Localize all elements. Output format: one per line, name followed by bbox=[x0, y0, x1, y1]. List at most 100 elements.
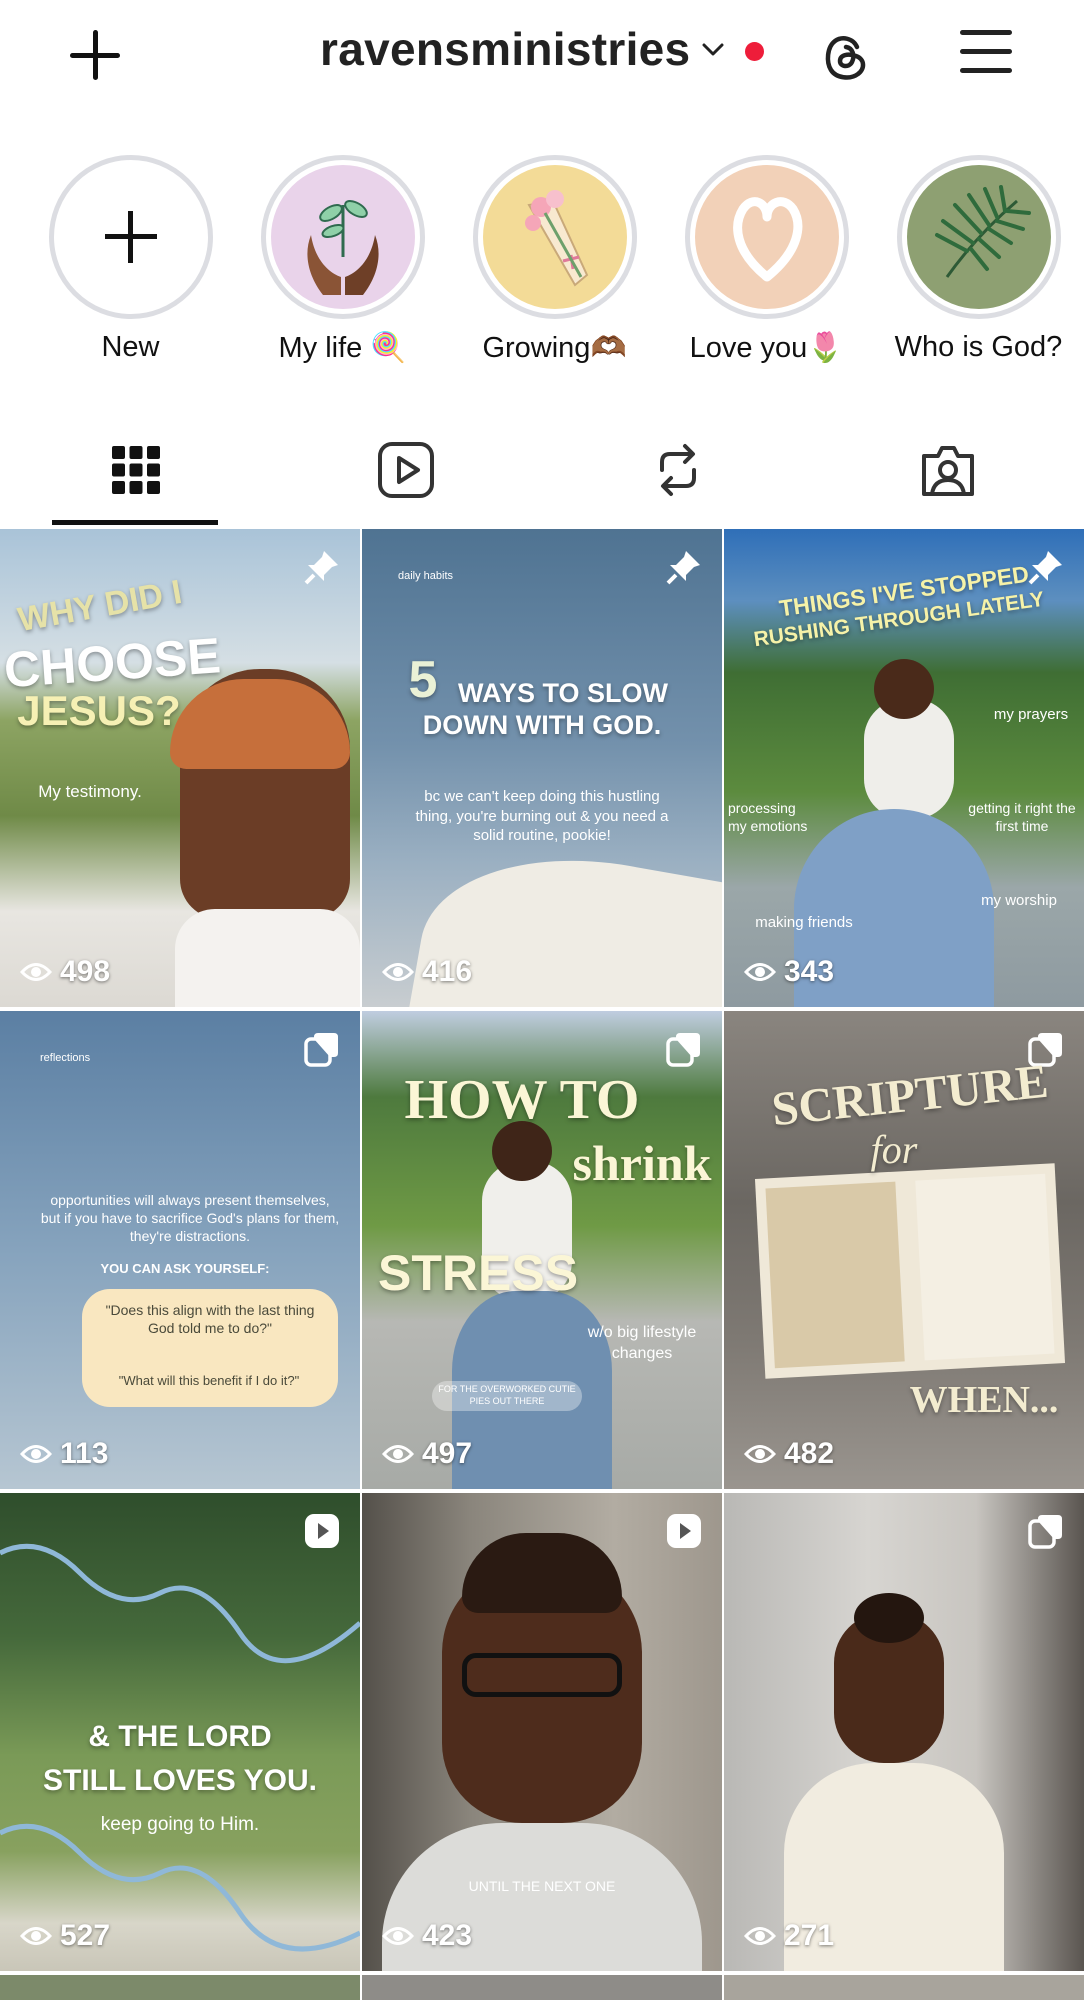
view-count: 113 bbox=[20, 1437, 108, 1471]
post-title: WAYS TO SLOW bbox=[458, 678, 669, 708]
post-tile[interactable]: HOW TO shrink STRESS w/o big lifestyle c… bbox=[362, 1011, 722, 1489]
view-count: 423 bbox=[382, 1919, 472, 1953]
post-title: JESUS? bbox=[17, 687, 181, 734]
highlight-who-is-god[interactable]: Who is God? bbox=[895, 155, 1062, 364]
bible-page-right bbox=[915, 1173, 1055, 1361]
post-question: "Does this align with the last thing God… bbox=[105, 1302, 315, 1337]
post-tile[interactable] bbox=[362, 1975, 722, 2000]
post-header-label: reflections bbox=[40, 1052, 91, 1064]
story-highlights: New My life 🍭 Growing🫶🏾 Love you🌷 Who is… bbox=[0, 155, 1084, 385]
reels-icon[interactable] bbox=[376, 440, 436, 500]
eye-icon bbox=[744, 963, 776, 981]
post-ask-heading: YOU CAN ASK YOURSELF: bbox=[100, 1261, 270, 1276]
profile-tabs bbox=[0, 430, 1084, 525]
posts-grid: WHY DID I CHOOSE JESUS? My testimony. 49… bbox=[0, 529, 1084, 2000]
pin-icon bbox=[666, 551, 700, 585]
open-bible bbox=[754, 1163, 1066, 1379]
post-title: SCRIPTURE bbox=[769, 1054, 1051, 1137]
highlight-label: My life 🍭 bbox=[278, 332, 407, 364]
eye-icon bbox=[382, 1927, 414, 1945]
reel-icon bbox=[667, 1514, 701, 1548]
post-number: 5 bbox=[408, 651, 438, 709]
person-hair bbox=[854, 1593, 924, 1643]
post-question: "What will this benefit if I do it?" bbox=[118, 1373, 300, 1388]
view-count: 343 bbox=[744, 955, 834, 989]
hands-plant-icon bbox=[306, 200, 379, 295]
tagged-icon[interactable] bbox=[918, 440, 978, 500]
view-count-value: 423 bbox=[422, 1919, 473, 1952]
post-tile[interactable]: UNTIL THE NEXT ONE 423 bbox=[362, 1493, 722, 1971]
notification-dot bbox=[745, 42, 764, 61]
view-count: 497 bbox=[382, 1437, 472, 1471]
heart-icon bbox=[732, 197, 802, 282]
highlight-growing[interactable]: Growing🫶🏾 bbox=[472, 155, 637, 365]
menu-icon[interactable] bbox=[960, 30, 1012, 74]
create-post-icon[interactable] bbox=[68, 28, 122, 82]
carousel-icon bbox=[666, 1033, 700, 1067]
view-count-value: 343 bbox=[784, 955, 835, 988]
highlight-new[interactable]: New bbox=[48, 155, 213, 364]
eye-icon bbox=[20, 963, 52, 981]
post-subtitle: opportunities will always present themse… bbox=[40, 1192, 340, 1245]
post-caption: UNTIL THE NEXT ONE bbox=[468, 1878, 616, 1894]
view-count: 498 bbox=[20, 955, 110, 989]
post-tile[interactable]: THINGS I'VE STOPPED RUSHING THROUGH LATE… bbox=[724, 529, 1084, 1007]
carousel-icon bbox=[304, 1033, 338, 1067]
post-tile[interactable] bbox=[724, 1975, 1084, 2000]
highlight-label: Growing🫶🏾 bbox=[482, 332, 627, 364]
palm-leaf-icon bbox=[934, 185, 1031, 278]
pin-icon bbox=[304, 551, 338, 585]
glasses bbox=[462, 1653, 622, 1697]
profile-header: ravensministries bbox=[0, 0, 1084, 105]
view-count-value: 498 bbox=[60, 955, 111, 988]
profile-username[interactable]: ravensministries bbox=[320, 22, 690, 76]
post-subtitle: My testimony. bbox=[38, 782, 142, 801]
post-tile[interactable]: WHY DID I CHOOSE JESUS? My testimony. 49… bbox=[0, 529, 360, 1007]
post-tile[interactable]: reflections opportunities will always pr… bbox=[0, 1011, 360, 1489]
eye-icon bbox=[382, 963, 414, 981]
shirt bbox=[175, 909, 360, 1007]
view-count: 482 bbox=[744, 1437, 834, 1471]
post-label: my prayers bbox=[993, 706, 1069, 723]
flower-bouquet-icon bbox=[524, 190, 588, 287]
view-count-value: 482 bbox=[784, 1437, 835, 1470]
post-title: STILL LOVES YOU. bbox=[43, 1764, 317, 1797]
highlight-label: New bbox=[101, 331, 160, 363]
repost-icon[interactable] bbox=[648, 440, 708, 500]
post-pill: FOR THE OVERWORKED CUTIE PIES OUT THERE bbox=[432, 1381, 582, 1411]
view-count-value: 271 bbox=[784, 1919, 835, 1952]
post-title: DOWN WITH GOD. bbox=[422, 710, 662, 740]
highlight-my-life[interactable]: My life 🍭 bbox=[260, 155, 425, 365]
post-title: HOW TO bbox=[404, 1069, 640, 1131]
highlight-label: Love you🌷 bbox=[689, 332, 844, 364]
threads-icon[interactable] bbox=[818, 28, 874, 84]
post-label: getting it right the first time bbox=[968, 800, 1076, 835]
post-title: WHEN... bbox=[909, 1379, 1059, 1421]
post-label: processing my emotions bbox=[728, 800, 808, 835]
person-head bbox=[874, 659, 934, 719]
carousel-icon bbox=[1028, 1515, 1062, 1549]
view-count-value: 416 bbox=[422, 955, 473, 988]
new-highlight-ring[interactable] bbox=[48, 155, 213, 319]
view-count: 416 bbox=[382, 955, 472, 989]
view-count: 527 bbox=[20, 1919, 110, 1953]
post-title: shrink bbox=[572, 1135, 712, 1191]
post-subtitle: bc we can't keep doing this hustling thi… bbox=[415, 788, 669, 844]
eye-icon bbox=[744, 1927, 776, 1945]
post-tile[interactable]: daily habits 5 WAYS TO SLOW DOWN WITH GO… bbox=[362, 529, 722, 1007]
post-label: making friends bbox=[755, 914, 853, 931]
post-tile[interactable]: SCRIPTURE for WHEN... 482 bbox=[724, 1011, 1084, 1489]
plus-icon bbox=[104, 211, 157, 263]
post-subtitle: keep going to Him. bbox=[100, 1814, 260, 1835]
post-tile[interactable]: 271 bbox=[724, 1493, 1084, 1971]
post-subtitle: w/o big lifestyle changes bbox=[587, 1324, 697, 1362]
eye-icon bbox=[20, 1927, 52, 1945]
highlight-love-you[interactable]: Love you🌷 bbox=[684, 155, 849, 365]
post-title: & THE LORD bbox=[88, 1720, 272, 1753]
post-tile[interactable] bbox=[0, 1975, 360, 2000]
chevron-down-icon[interactable] bbox=[702, 38, 724, 60]
person-hair bbox=[462, 1533, 622, 1613]
grid-icon[interactable] bbox=[106, 440, 166, 500]
eye-icon bbox=[744, 1445, 776, 1463]
post-tile[interactable]: & THE LORD STILL LOVES YOU. keep going t… bbox=[0, 1493, 360, 1971]
